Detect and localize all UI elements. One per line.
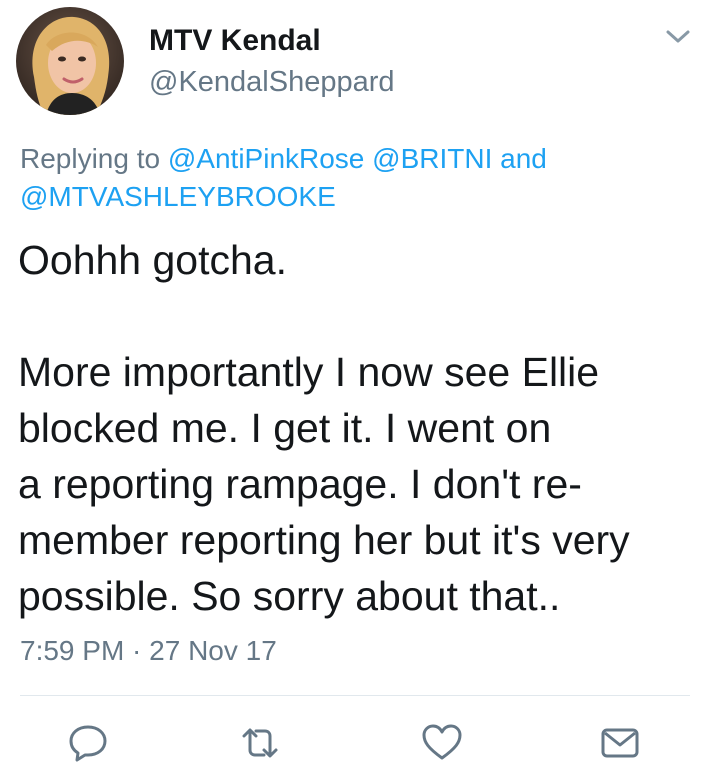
tweet-text-line: More importantly I now see Ellie xyxy=(18,349,600,395)
heart-icon[interactable] xyxy=(420,722,464,764)
divider xyxy=(20,695,690,696)
tweet-text-line: member reporting her but it's very xyxy=(18,517,630,563)
replying-to: Replying to @AntiPinkRose @BRITNI and @M… xyxy=(20,140,690,216)
user-handle[interactable]: @KendalSheppard xyxy=(149,64,395,100)
chevron-down-icon[interactable] xyxy=(664,26,692,48)
tweet-text-line: blocked me. I get it. I went on xyxy=(18,405,552,451)
avatar[interactable] xyxy=(16,7,124,115)
replying-and: and xyxy=(500,143,547,174)
tweet-text-line: a reporting rampage. I don't re- xyxy=(18,461,582,507)
mention-link[interactable]: @AntiPinkRose xyxy=(168,143,365,174)
display-name[interactable]: MTV Kendal xyxy=(149,23,321,59)
replying-prefix: Replying to xyxy=(20,143,161,174)
timestamp[interactable]: 7:59 PM · 27 Nov 17 xyxy=(20,633,277,669)
retweet-icon[interactable] xyxy=(238,722,282,764)
reply-icon[interactable] xyxy=(66,722,110,764)
tweet-text-line: Oohhh gotcha. xyxy=(18,237,287,283)
mention-link[interactable]: @BRITNI xyxy=(372,143,492,174)
mention-link[interactable]: @MTVASHLEYBROOKE xyxy=(20,181,336,212)
envelope-icon[interactable] xyxy=(598,722,642,764)
tweet-text-line: possible. So sorry about that.. xyxy=(18,573,561,619)
tweet-text: Oohhh gotcha. More importantly I now see… xyxy=(18,232,698,624)
tweet: MTV Kendal @KendalSheppard Replying to @… xyxy=(0,0,713,775)
